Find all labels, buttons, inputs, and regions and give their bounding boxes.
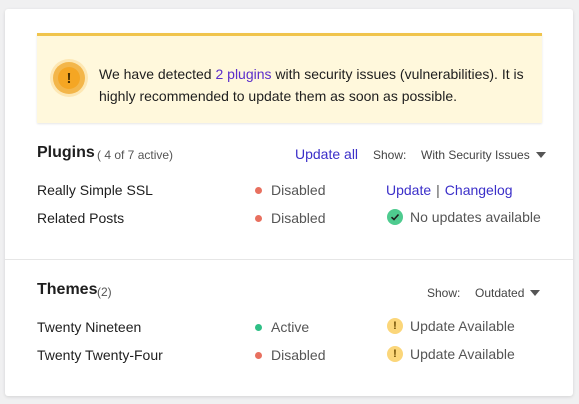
- warning-icon: !: [387, 318, 403, 334]
- update-available-label: Update Available: [410, 346, 515, 362]
- status-dot-icon: [255, 323, 262, 331]
- changelog-link[interactable]: Changelog: [445, 182, 513, 198]
- vulnerabilities-card: ! We have detected 2 plugins with securi…: [5, 9, 573, 396]
- theme-status-label: Disabled: [271, 347, 326, 363]
- plugin-status-label: Disabled: [271, 182, 326, 198]
- plugin-actions: Update | Changelog: [386, 182, 513, 198]
- plugin-status: Disabled: [255, 210, 325, 226]
- themes-show-label: Show:: [427, 286, 461, 300]
- plugin-update-status: No updates available: [387, 209, 541, 225]
- chevron-down-icon: [535, 152, 546, 158]
- themes-filter-select[interactable]: Outdated: [475, 286, 541, 300]
- status-dot-icon: [255, 351, 262, 359]
- theme-update-status: ! Update Available: [387, 318, 515, 334]
- plugin-status-label: Disabled: [271, 210, 326, 226]
- security-notice: ! We have detected 2 plugins with securi…: [37, 33, 542, 123]
- notice-plugins-link[interactable]: 2 plugins: [215, 66, 271, 82]
- themes-title: Themes: [37, 281, 98, 298]
- update-all-button[interactable]: Update all: [295, 146, 358, 162]
- plugin-name-really-simple-ssl: Really Simple SSL: [37, 182, 153, 198]
- update-available-label: Update Available: [410, 318, 515, 334]
- chevron-down-icon: [530, 290, 541, 296]
- theme-name-twenty-twenty-four: Twenty Twenty-Four: [37, 347, 163, 363]
- update-plugin-link[interactable]: Update: [386, 182, 431, 198]
- theme-status-label: Active: [271, 319, 310, 335]
- no-updates-label: No updates available: [410, 209, 541, 225]
- plugins-filter-value: With Security Issues: [421, 148, 530, 162]
- plugin-status: Disabled: [255, 182, 325, 198]
- status-dot-icon: [255, 214, 262, 222]
- plugins-title: Plugins: [37, 144, 95, 161]
- check-icon: [387, 209, 403, 225]
- theme-status: Disabled: [255, 347, 325, 363]
- section-divider: [5, 259, 573, 260]
- exclamation-icon: !: [53, 62, 85, 94]
- action-separator: |: [436, 182, 440, 198]
- theme-update-status: ! Update Available: [387, 346, 515, 362]
- warning-icon: !: [387, 346, 403, 362]
- plugin-name-related-posts: Related Posts: [37, 210, 125, 226]
- status-dot-icon: [255, 186, 262, 194]
- plugins-count: ( 4 of 7 active): [97, 148, 174, 162]
- notice-text: We have detected 2 plugins with security…: [99, 63, 529, 107]
- plugins-filter-select[interactable]: With Security Issues: [421, 148, 546, 162]
- notice-text-before: We have detected: [99, 66, 216, 82]
- themes-count: (2): [97, 285, 112, 299]
- themes-filter-value: Outdated: [475, 286, 525, 300]
- theme-status: Active: [255, 319, 309, 335]
- plugins-show-label: Show:: [373, 148, 407, 162]
- theme-name-twenty-nineteen: Twenty Nineteen: [37, 319, 142, 335]
